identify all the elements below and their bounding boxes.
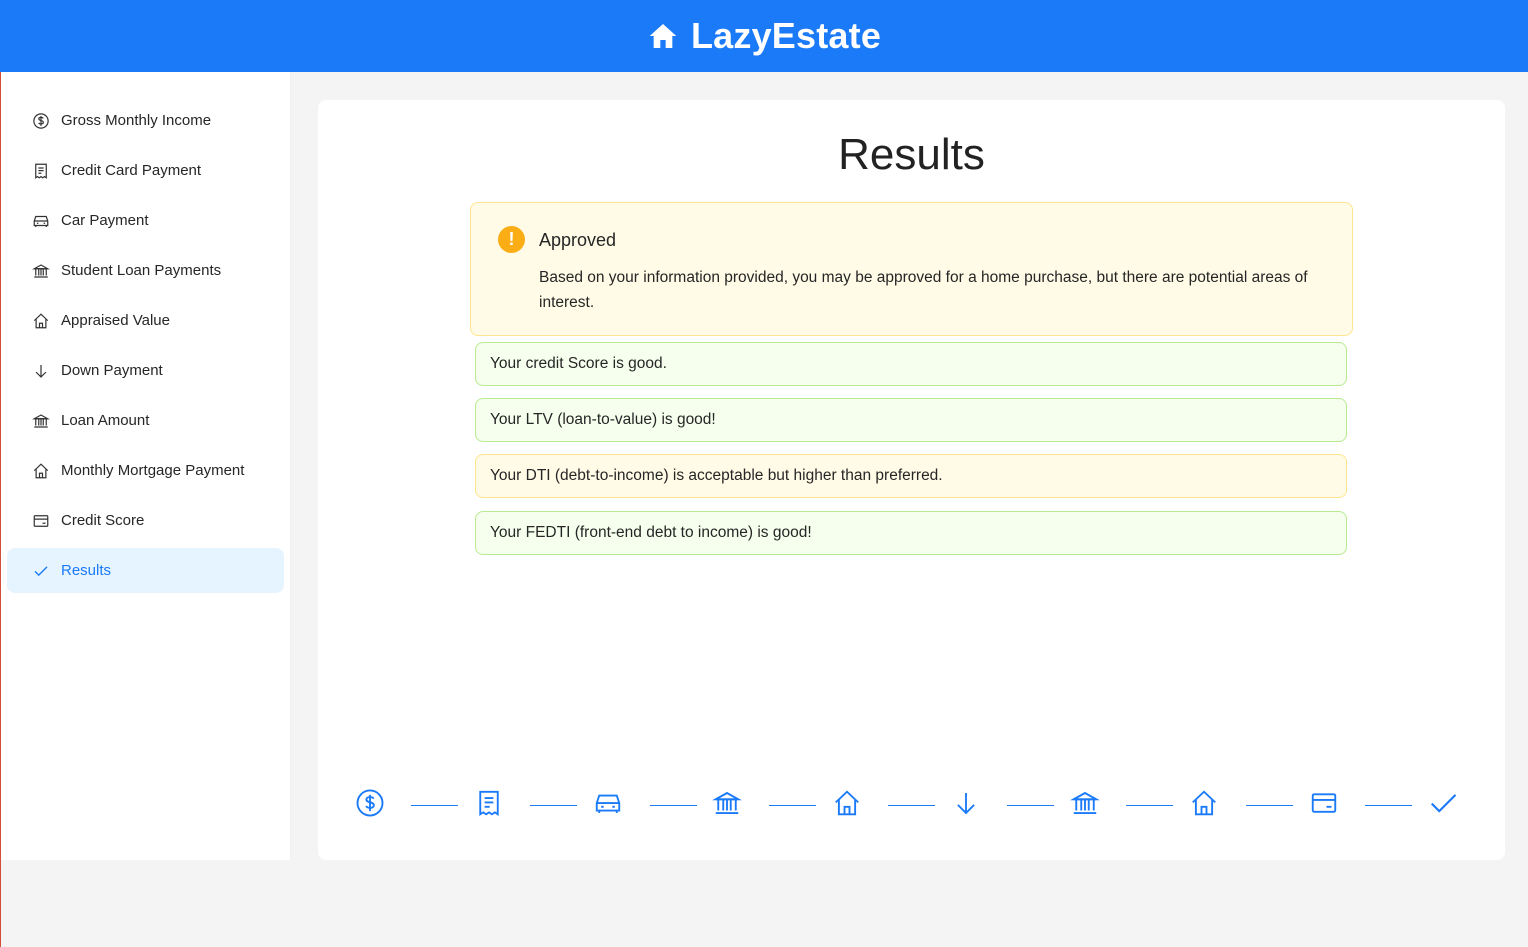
sidebar-item-credit-card-payment[interactable]: Credit Card Payment xyxy=(7,148,284,193)
receipt-icon xyxy=(32,162,50,180)
credit-score-message: Your credit Score is good. xyxy=(475,342,1347,386)
sidebar-item-label: Results xyxy=(61,562,112,579)
home-icon xyxy=(647,20,679,52)
sidebar-item-label: Student Loan Payments xyxy=(61,262,222,279)
home-outline-icon xyxy=(32,312,50,330)
sidebar-item-results[interactable]: Results xyxy=(7,548,284,593)
sidebar-item-label: Credit Score xyxy=(61,512,145,529)
sidebar-item-monthly-mortgage-payment[interactable]: Monthly Mortgage Payment xyxy=(7,448,284,493)
sidebar-item-label: Monthly Mortgage Payment xyxy=(61,462,245,479)
car-icon[interactable] xyxy=(593,788,623,818)
arrow-down-icon xyxy=(32,362,50,380)
alert-title: Approved xyxy=(539,230,617,250)
ltv-message: Your LTV (loan-to-value) is good! xyxy=(475,398,1347,442)
sidebar-item-label: Credit Card Payment xyxy=(61,162,202,179)
step-connector xyxy=(1246,805,1293,806)
app-header: LazyEstate xyxy=(0,0,1528,72)
sidebar-item-student-loan-payments[interactable]: Student Loan Payments xyxy=(7,248,284,293)
sidebar-item-gross-monthly-income[interactable]: Gross Monthly Income xyxy=(7,98,284,143)
arrow-down-icon[interactable] xyxy=(951,788,981,818)
home-outline-icon[interactable] xyxy=(832,788,862,818)
results-panel: Results ! Approved Based on your informa… xyxy=(318,100,1505,860)
credit-card-icon[interactable] xyxy=(1309,788,1339,818)
sidebar: Gross Monthly Income Credit Card Payment… xyxy=(1,72,291,860)
step-connector xyxy=(650,805,697,806)
step-connector xyxy=(1365,805,1412,806)
step-connector xyxy=(1007,805,1054,806)
step-connector xyxy=(1126,805,1173,806)
home-outline-icon xyxy=(32,462,50,480)
page-title: Results xyxy=(838,130,985,179)
dollar-circle-icon xyxy=(32,112,50,130)
credit-card-icon xyxy=(32,512,50,530)
sidebar-item-loan-amount[interactable]: Loan Amount xyxy=(7,398,284,443)
bank-icon[interactable] xyxy=(1070,788,1100,818)
check-icon xyxy=(32,562,50,580)
sidebar-item-down-payment[interactable]: Down Payment xyxy=(7,348,284,393)
dollar-circle-icon[interactable] xyxy=(355,788,385,818)
sidebar-item-label: Car Payment xyxy=(61,212,149,229)
alert-description: Based on your information provided, you … xyxy=(539,269,1308,311)
check-icon[interactable] xyxy=(1428,788,1458,818)
bank-icon xyxy=(32,262,50,280)
sidebar-item-label: Gross Monthly Income xyxy=(61,112,212,129)
brand[interactable]: LazyEstate xyxy=(647,15,881,57)
sidebar-item-credit-score[interactable]: Credit Score xyxy=(7,498,284,543)
sidebar-item-label: Loan Amount xyxy=(61,412,150,429)
sidebar-item-appraised-value[interactable]: Appraised Value xyxy=(7,298,284,343)
exclamation-circle-icon: ! xyxy=(498,226,525,253)
car-icon xyxy=(32,212,50,230)
sidebar-item-label: Down Payment xyxy=(61,362,163,379)
step-connector xyxy=(411,805,458,806)
receipt-icon[interactable] xyxy=(474,788,504,818)
approval-alert: ! Approved Based on your information pro… xyxy=(470,202,1353,336)
fedti-message: Your FEDTI (front-end debt to income) is… xyxy=(475,511,1347,555)
step-connector xyxy=(769,805,816,806)
step-connector xyxy=(888,805,935,806)
sidebar-item-label: Appraised Value xyxy=(61,312,170,329)
step-connector xyxy=(530,805,577,806)
app-title: LazyEstate xyxy=(690,15,882,56)
bank-icon[interactable] xyxy=(712,788,742,818)
bank-icon xyxy=(32,412,50,430)
dti-message: Your DTI (debt-to-income) is acceptable … xyxy=(475,454,1347,498)
sidebar-item-car-payment[interactable]: Car Payment xyxy=(7,198,284,243)
home-outline-icon[interactable] xyxy=(1189,788,1219,818)
